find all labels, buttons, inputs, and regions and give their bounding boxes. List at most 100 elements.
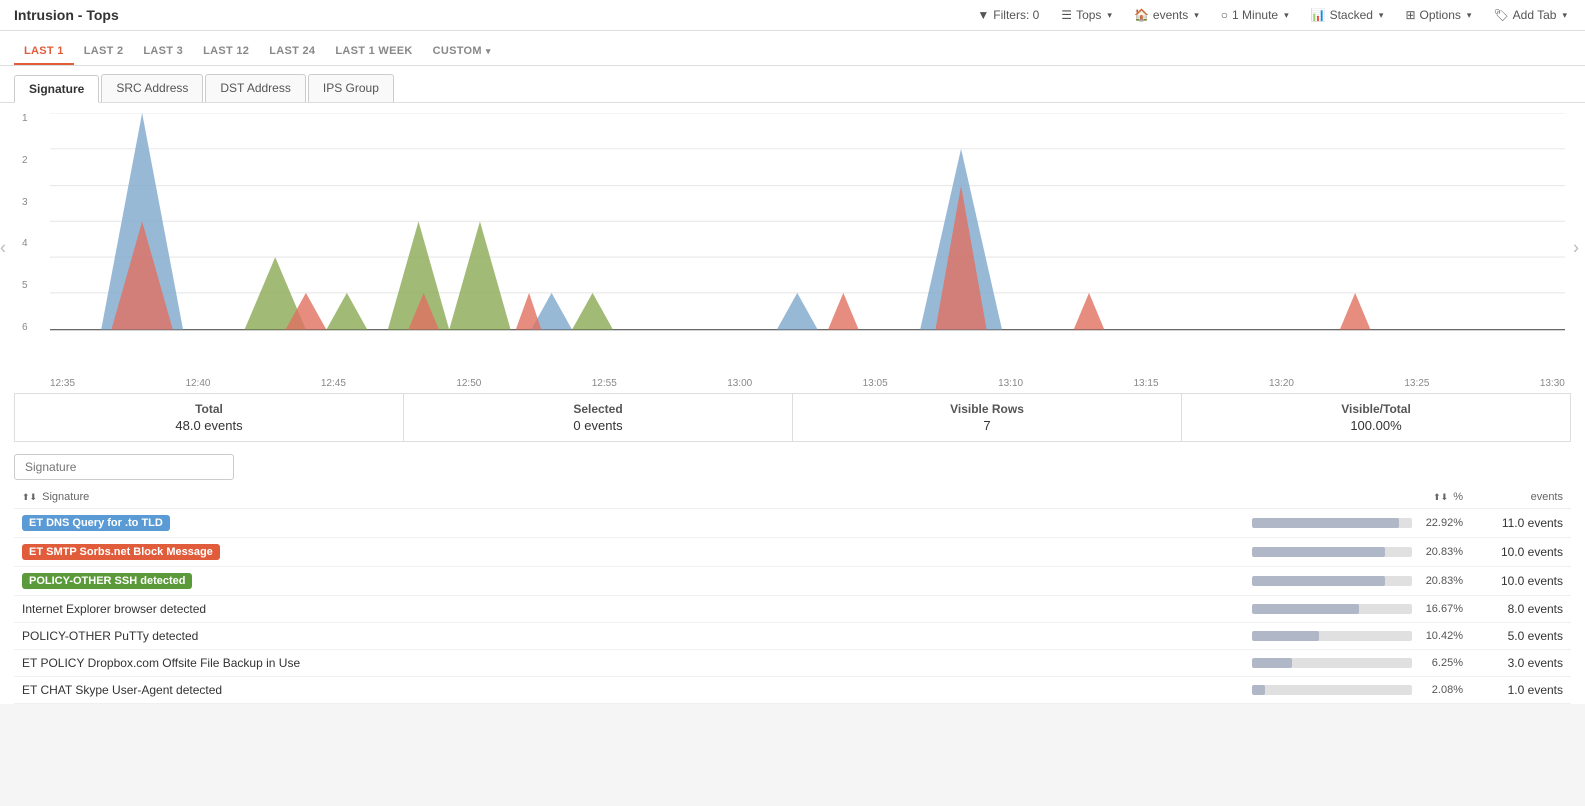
events-cell: 1.0 events <box>1471 677 1571 704</box>
table-row: POLICY-OTHER SSH detected 20.83% 10.0 even… <box>14 567 1571 596</box>
pct-label: 20.83% <box>1418 575 1463 587</box>
timerange-tab-last12[interactable]: LAST 12 <box>193 39 259 65</box>
sort-arrows-icon: ⬆⬇ <box>1433 492 1448 502</box>
signature-badge[interactable]: ET SMTP Sorbs.net Block Message <box>22 544 220 560</box>
pct-label: 16.67% <box>1418 603 1463 615</box>
events-button[interactable]: 🏠 events ▾ <box>1130 6 1203 24</box>
timerange-tab-last2[interactable]: LAST 2 <box>74 39 134 65</box>
pct-cell: 22.92% <box>1231 509 1471 538</box>
pct-label: 22.92% <box>1418 517 1463 529</box>
chevron-down-icon: ▾ <box>1379 10 1384 21</box>
pct-label: 2.08% <box>1418 684 1463 696</box>
timerange-bar: LAST 1 LAST 2 LAST 3 LAST 12 LAST 24 LAS… <box>0 31 1585 66</box>
bar-fill <box>1252 631 1319 641</box>
pct-cell: 6.25% <box>1231 650 1471 677</box>
tops-icon: ☰ <box>1061 8 1072 22</box>
bar-cell: 20.83% <box>1239 575 1463 587</box>
bar-cell: 2.08% <box>1239 684 1463 696</box>
stat-total: Total 48.0 events <box>15 394 404 441</box>
bar-background <box>1252 604 1412 614</box>
chart-container: ‹ › 6 5 4 3 2 1 <box>0 103 1585 393</box>
events-cell: 10.0 events <box>1471 567 1571 596</box>
pct-cell: 2.08% <box>1231 677 1471 704</box>
table-row: ET CHAT Skype User-Agent detected2.08%1.… <box>14 677 1571 704</box>
chevron-down-icon: ▾ <box>1194 10 1199 21</box>
col-header-signature[interactable]: ⬆⬇ Signature <box>14 486 1231 509</box>
bar-background <box>1252 576 1412 586</box>
topbar-controls: ▼ Filters: 0 ☰ Tops ▾ 🏠 events ▾ ○ 1 Min… <box>973 6 1571 24</box>
bar-fill <box>1252 576 1385 586</box>
chart-wrapper: 6 5 4 3 2 1 <box>50 113 1565 393</box>
chart-scroll-right[interactable]: › <box>1573 238 1579 259</box>
sort-arrows-icon: ⬆⬇ <box>22 492 37 502</box>
filters-button[interactable]: ▼ Filters: 0 <box>973 6 1043 24</box>
timerange-tab-last24[interactable]: LAST 24 <box>259 39 325 65</box>
signature-badge[interactable]: POLICY-OTHER SSH detected <box>22 573 192 589</box>
events-cell: 8.0 events <box>1471 596 1571 623</box>
signature-filter-input[interactable] <box>14 454 234 480</box>
signature-cell: ET POLICY Dropbox.com Offsite File Backu… <box>14 650 1231 677</box>
chart-svg <box>50 113 1565 373</box>
grid-icon: ⊞ <box>1405 8 1415 22</box>
pct-cell: 20.83% <box>1231 538 1471 567</box>
signature-badge[interactable]: ET DNS Query for .to TLD <box>22 515 170 531</box>
options-button[interactable]: ⊞ Options ▾ <box>1401 6 1475 24</box>
chevron-down-icon: ▾ <box>1284 10 1289 21</box>
chevron-down-icon: ▾ <box>1562 10 1567 21</box>
chevron-down-icon: ▾ <box>1467 10 1472 21</box>
col-header-events: events <box>1471 486 1571 509</box>
col-header-pct[interactable]: ⬆⬇ % <box>1231 486 1471 509</box>
filter-area <box>0 442 1585 486</box>
table-row: Internet Explorer browser detected16.67%… <box>14 596 1571 623</box>
stat-visible: Visible Rows 7 <box>793 394 1182 441</box>
pct-cell: 16.67% <box>1231 596 1471 623</box>
chart-scroll-left[interactable]: ‹ <box>0 238 6 259</box>
stacked-button[interactable]: 📊 Stacked ▾ <box>1307 6 1388 24</box>
stat-selected: Selected 0 events <box>404 394 793 441</box>
events-icon: 🏠 <box>1134 8 1149 22</box>
signature-cell: POLICY-OTHER SSH detected <box>14 567 1231 596</box>
bar-cell: 6.25% <box>1239 657 1463 669</box>
subtab-ips[interactable]: IPS Group <box>308 74 394 102</box>
subtab-src[interactable]: SRC Address <box>101 74 203 102</box>
signature-cell: ET DNS Query for .to TLD <box>14 509 1231 538</box>
table-row: ET SMTP Sorbs.net Block Message 20.83% 10.… <box>14 538 1571 567</box>
events-cell: 11.0 events <box>1471 509 1571 538</box>
bar-background <box>1252 547 1412 557</box>
bar-fill <box>1252 604 1359 614</box>
events-cell: 10.0 events <box>1471 538 1571 567</box>
pct-cell: 10.42% <box>1231 623 1471 650</box>
bar-background <box>1252 518 1412 528</box>
timerange-tab-last3[interactable]: LAST 3 <box>133 39 193 65</box>
minute-button[interactable]: ○ 1 Minute ▾ <box>1217 6 1293 24</box>
subtab-signature[interactable]: Signature <box>14 75 99 103</box>
bar-background <box>1252 685 1412 695</box>
table-row: ET DNS Query for .to TLD 22.92% 11.0 event… <box>14 509 1571 538</box>
add-tab-button[interactable]: 🏷 Add Tab ▾ <box>1489 6 1571 24</box>
table-row: ET POLICY Dropbox.com Offsite File Backu… <box>14 650 1571 677</box>
bar-cell: 22.92% <box>1239 517 1463 529</box>
filter-icon: ▼ <box>977 8 989 22</box>
bar-fill <box>1252 547 1385 557</box>
signature-cell: ET SMTP Sorbs.net Block Message <box>14 538 1231 567</box>
bar-cell: 10.42% <box>1239 630 1463 642</box>
topbar: Intrusion - Tops ▼ Filters: 0 ☰ Tops ▾ 🏠… <box>0 0 1585 31</box>
table-row: POLICY-OTHER PuTTy detected 10.42% 5.0 eve… <box>14 623 1571 650</box>
timerange-tab-custom[interactable]: CUSTOM ▾ <box>423 39 501 65</box>
bar-fill <box>1252 685 1265 695</box>
signature-cell: POLICY-OTHER PuTTy detected <box>14 623 1231 650</box>
bar-background <box>1252 658 1412 668</box>
subtabs: Signature SRC Address DST Address IPS Gr… <box>0 66 1585 103</box>
chart-icon: 📊 <box>1311 8 1326 22</box>
tops-button[interactable]: ☰ Tops ▾ <box>1057 6 1116 24</box>
events-cell: 5.0 events <box>1471 623 1571 650</box>
main-content: Signature SRC Address DST Address IPS Gr… <box>0 66 1585 704</box>
chevron-down-icon: ▾ <box>486 46 491 57</box>
bar-cell: 16.67% <box>1239 603 1463 615</box>
bar-cell: 20.83% <box>1239 546 1463 558</box>
timerange-tab-last1[interactable]: LAST 1 <box>14 39 74 65</box>
subtab-dst[interactable]: DST Address <box>205 74 305 102</box>
chevron-down-icon: ▾ <box>1107 10 1112 21</box>
timerange-tab-last1week[interactable]: LAST 1 WEEK <box>325 39 422 65</box>
clock-icon: ○ <box>1221 8 1228 22</box>
